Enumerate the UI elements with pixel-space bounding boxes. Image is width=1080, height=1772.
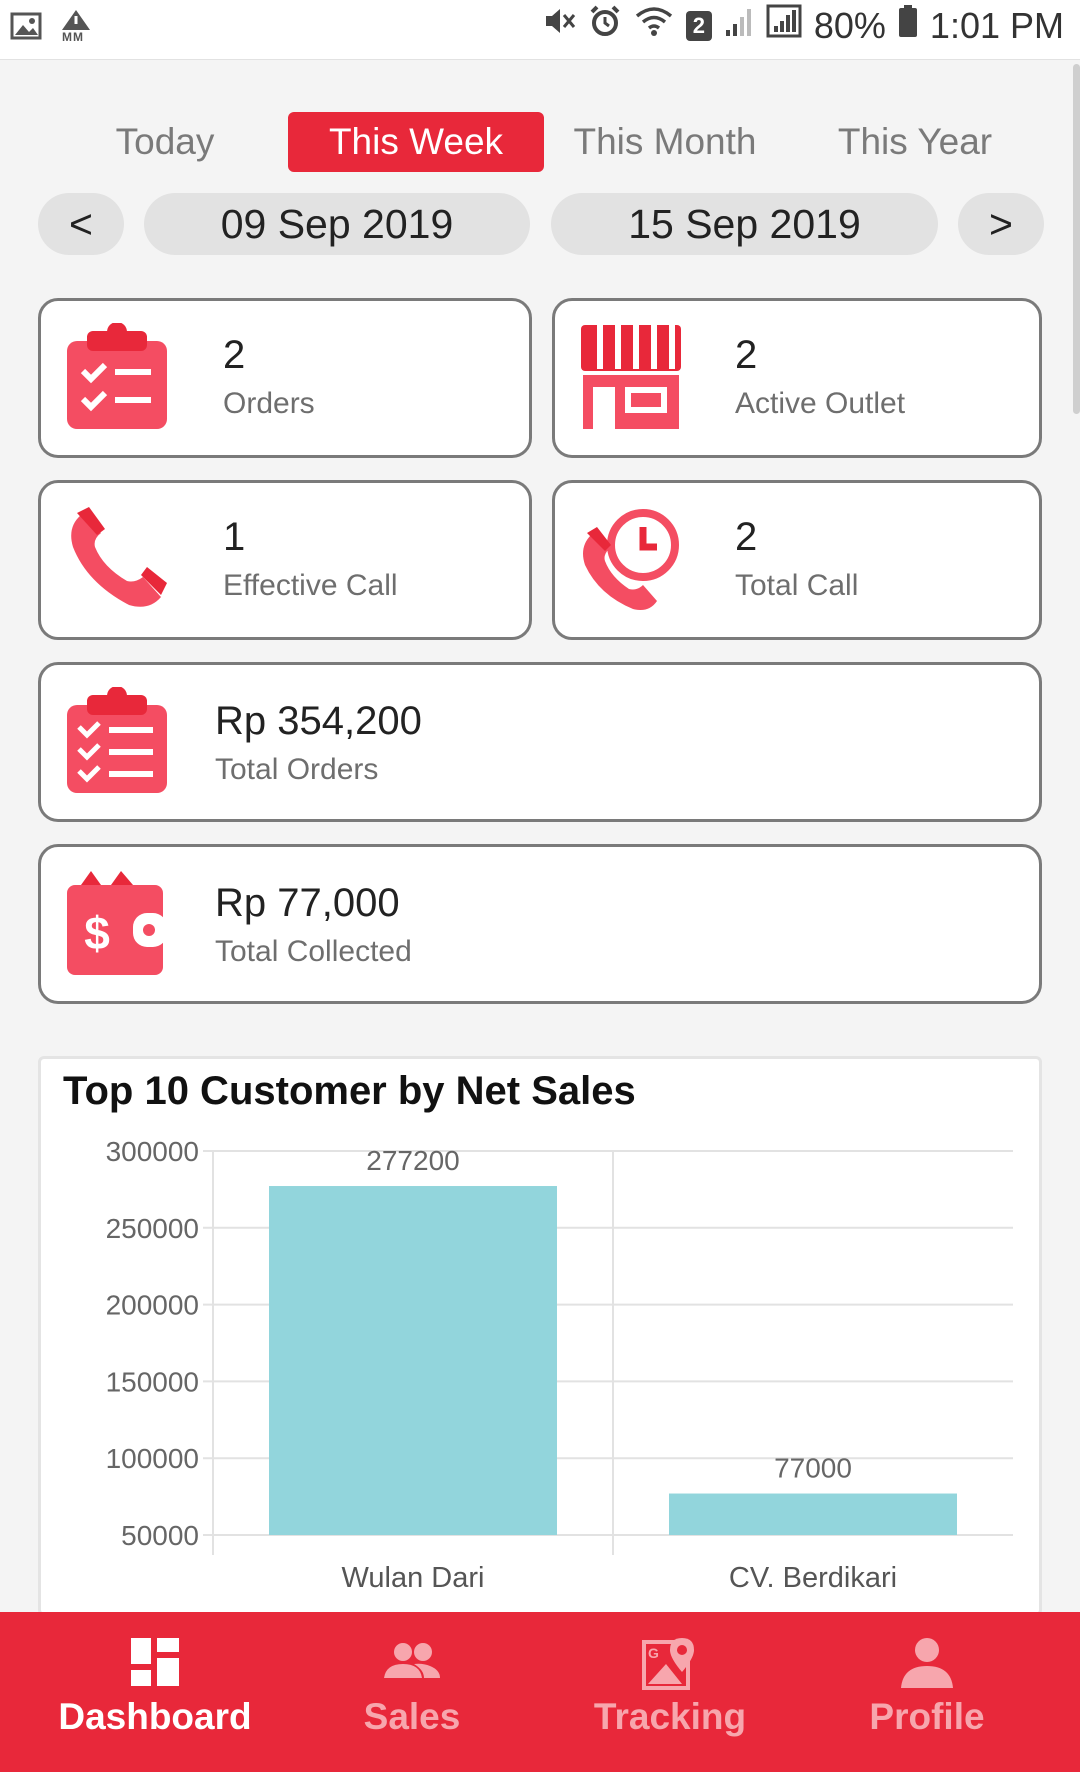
prev-week-button[interactable]: < <box>38 193 124 255</box>
clipboard-check-icon <box>63 322 171 431</box>
phone-clock-icon <box>577 505 685 613</box>
start-date-field[interactable]: 09 Sep 2019 <box>144 193 530 255</box>
tab-this-month[interactable]: This Month <box>560 112 770 172</box>
nav-dashboard-label: Dashboard <box>58 1696 252 1737</box>
map-pin-icon: G <box>642 1636 698 1695</box>
nav-sales-label: Sales <box>363 1696 461 1737</box>
nav-tracking-label: Tracking <box>593 1696 747 1737</box>
active-outlet-label: Active Outlet <box>735 387 906 420</box>
total-call-label: Total Call <box>735 569 859 602</box>
nav-profile-label: Profile <box>869 1696 985 1737</box>
total-orders-value: Rp 354,200 <box>215 699 422 743</box>
mm-icon: MM <box>60 8 92 48</box>
nav-tracking[interactable]: G Tracking <box>535 1612 805 1772</box>
total-call-value: 2 <box>735 515 758 559</box>
total-collected-value: Rp 77,000 <box>215 881 400 925</box>
mute-icon <box>542 4 576 47</box>
nav-dashboard[interactable]: Dashboard <box>20 1612 290 1772</box>
sim-badge: 2 <box>685 10 712 41</box>
active-outlet-value: 2 <box>735 333 758 377</box>
dashboard-icon <box>129 1636 181 1693</box>
total-collected-label: Total Collected <box>215 935 412 968</box>
nav-sales[interactable]: Sales <box>277 1612 547 1772</box>
tab-today[interactable]: Today <box>80 112 250 172</box>
store-icon <box>577 323 685 431</box>
tab-this-week[interactable]: This Week <box>288 112 544 172</box>
svg-text:$: $ <box>84 907 110 959</box>
bar <box>269 1186 557 1535</box>
phone-icon <box>63 505 171 613</box>
gallery-icon <box>10 11 42 46</box>
orders-label: Orders <box>223 387 315 420</box>
next-week-button[interactable]: > <box>958 193 1044 255</box>
battery-percent: 80% <box>813 4 886 46</box>
battery-icon <box>898 4 918 47</box>
orders-card[interactable]: 2 Orders <box>38 298 532 458</box>
total-call-card[interactable]: 2 Total Call <box>552 480 1042 640</box>
active-outlet-card[interactable]: 2 Active Outlet <box>552 298 1042 458</box>
clipboard-list-icon <box>63 686 171 795</box>
wallet-icon: $ <box>63 869 171 977</box>
y-tick-label: 50000 <box>121 1520 199 1551</box>
bar-chart-svg: 300000 250000 200000 150000 100000 50000 27720… <box>106 1136 1013 1594</box>
effective-call-value: 1 <box>223 515 246 559</box>
y-tick-label: 300000 <box>106 1136 199 1167</box>
users-icon <box>384 1642 440 1687</box>
y-tick-label: 250000 <box>106 1213 199 1244</box>
clock: 1:01 PM <box>929 4 1064 46</box>
x-tick-label: CV. Berdikari <box>729 1562 897 1594</box>
top-customers-chart: Top 10 Customer by Net Sales 300000 25000… <box>38 1056 1042 1616</box>
x-tick-label: Wulan Dari <box>342 1562 485 1594</box>
total-orders-card[interactable]: Rp 354,200 Total Orders <box>38 662 1042 822</box>
end-date-field[interactable]: 15 Sep 2019 <box>551 193 938 255</box>
status-bar: MM 2 80% 1:01 PM <box>0 0 1080 60</box>
wifi-icon <box>634 4 674 47</box>
alarm-icon <box>588 4 622 47</box>
y-tick-label: 100000 <box>106 1443 199 1474</box>
orders-value: 2 <box>223 333 246 377</box>
svg-text:G: G <box>648 1645 659 1661</box>
effective-call-label: Effective Call <box>223 569 398 602</box>
y-tick-label: 200000 <box>106 1290 199 1321</box>
nav-profile[interactable]: Profile <box>792 1612 1062 1772</box>
tab-this-year[interactable]: This Year <box>810 112 1020 172</box>
total-orders-label: Total Orders <box>215 753 379 786</box>
period-tabs: Today This Week This Month This Year <box>0 112 1080 172</box>
total-collected-card[interactable]: $ Rp 77,000 Total Collected <box>38 844 1042 1004</box>
y-tick-label: 150000 <box>106 1366 199 1397</box>
bar <box>669 1493 957 1535</box>
person-icon <box>899 1636 955 1695</box>
data-label: 77000 <box>774 1453 852 1484</box>
data-label: 277200 <box>366 1145 459 1176</box>
bottom-nav: Dashboard Sales G Tracking Profile <box>0 1612 1080 1772</box>
signal-icon-2 <box>766 4 802 47</box>
effective-call-card[interactable]: 1 Effective Call <box>38 480 532 640</box>
signal-icon <box>724 5 754 47</box>
